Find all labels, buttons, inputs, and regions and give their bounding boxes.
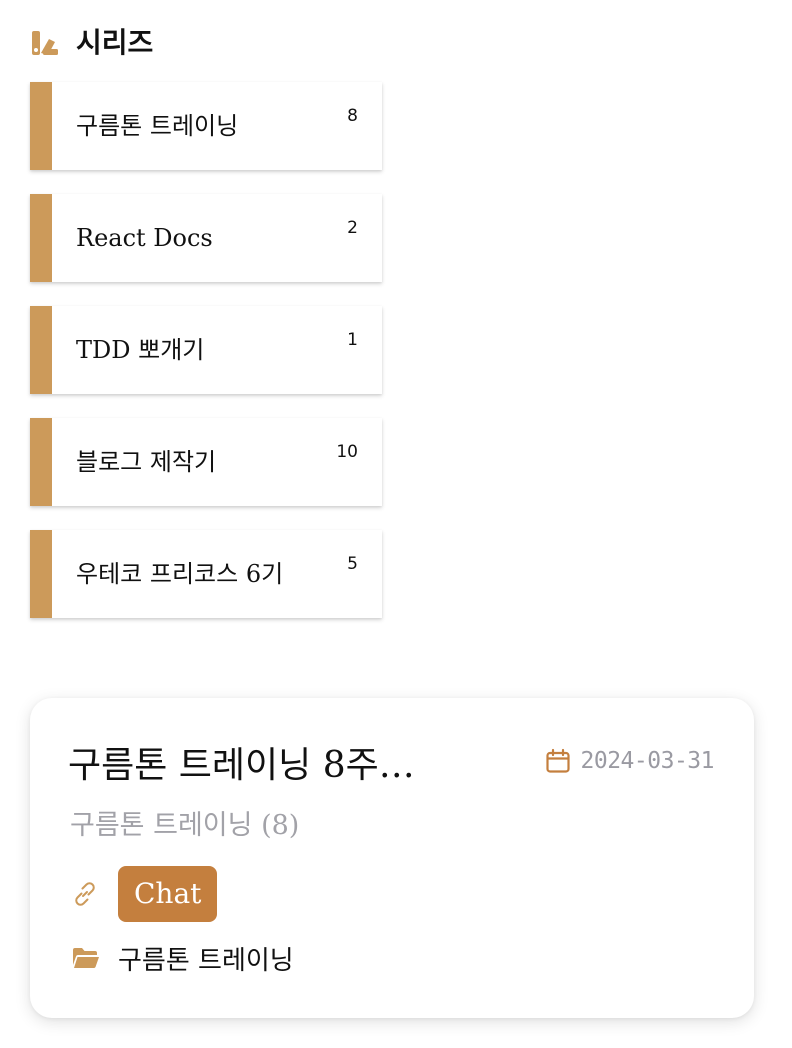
calendar-icon — [545, 748, 571, 774]
post-series: 구름톤 트레이닝 (8) — [70, 806, 299, 846]
series-item-accent-bar — [30, 194, 52, 282]
series-item-accent-bar — [30, 306, 52, 394]
palette-swatch-icon — [30, 28, 60, 58]
post-category[interactable]: 구름톤 트레이닝 — [72, 938, 294, 978]
series-item-name: 구름톤 트레이닝 — [76, 112, 239, 140]
post-series-count: (8) — [261, 810, 300, 841]
series-item-name: 우테코 프리코스 6기 — [76, 560, 284, 588]
series-item-count: 1 — [347, 330, 358, 350]
series-item-count: 8 — [347, 106, 358, 126]
series-item-name: React Docs — [76, 224, 213, 252]
post-date: 2024-03-31 — [545, 746, 715, 776]
folder-open-icon — [72, 946, 100, 970]
series-item[interactable]: 블로그 제작기 10 — [30, 418, 382, 506]
series-item[interactable]: 구름톤 트레이닝 8 — [30, 82, 382, 170]
post-series-name: 구름톤 트레이닝 — [70, 810, 253, 841]
series-item-accent-bar — [30, 82, 52, 170]
post-category-text: 구름톤 트레이닝 — [118, 945, 294, 976]
series-title: 시리즈 — [76, 26, 154, 59]
series-item-count: 5 — [347, 554, 358, 574]
series-item[interactable]: TDD 뽀개기 1 — [30, 306, 382, 394]
series-item-accent-bar — [30, 530, 52, 618]
series-item-count: 2 — [347, 218, 358, 238]
series-item-accent-bar — [30, 418, 52, 506]
series-header: 시리즈 — [30, 24, 153, 62]
series-item-name: 블로그 제작기 — [76, 448, 217, 476]
tag-chip[interactable]: Chat — [118, 866, 218, 922]
post-title[interactable]: 구름톤 트레이닝 8주차 회고 — [68, 738, 438, 794]
post-card[interactable]: 구름톤 트레이닝 8주차 회고 2024-03-31 구름톤 트레이닝 (8) — [30, 698, 754, 1018]
post-date-text: 2024-03-31 — [580, 748, 715, 774]
series-item-name: TDD 뽀개기 — [76, 336, 205, 364]
series-item[interactable]: 우테코 프리코스 6기 5 — [30, 530, 382, 618]
link-icon — [70, 879, 100, 909]
series-list: 구름톤 트레이닝 8 React Docs 2 TDD 뽀개기 1 블로그 제작… — [30, 82, 382, 642]
series-item[interactable]: React Docs 2 — [30, 194, 382, 282]
series-item-count: 10 — [336, 442, 358, 462]
post-tags: Chat — [70, 866, 218, 922]
